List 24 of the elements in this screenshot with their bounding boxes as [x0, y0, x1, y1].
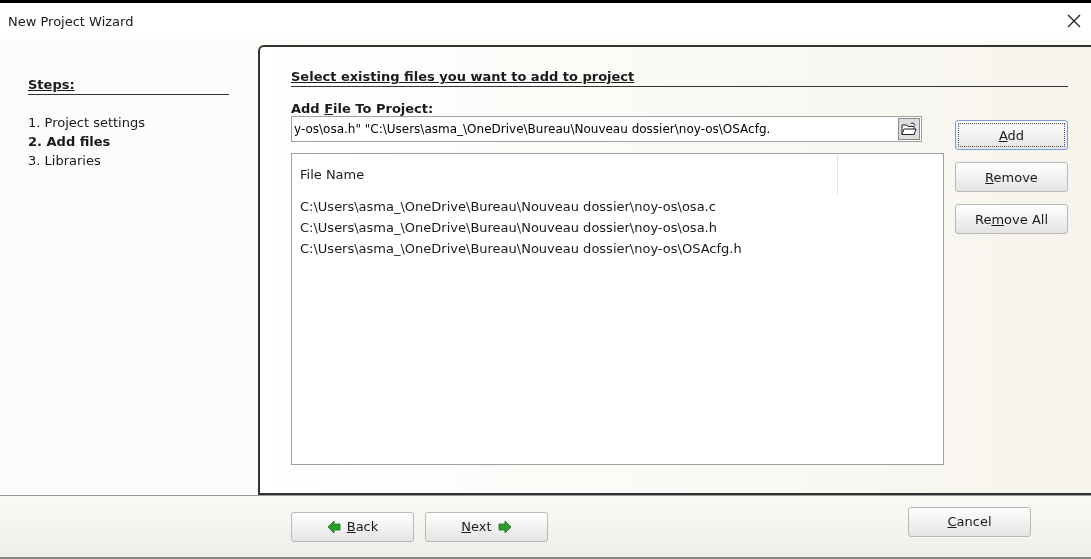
file-row[interactable]: C:\Users\asma_\OneDrive\Bureau\Nouveau dossier\noy-os\osa.h — [300, 217, 935, 238]
remove-all-button[interactable]: Remove All — [955, 204, 1068, 234]
step-item: 2. Add files — [28, 133, 112, 151]
next-button[interactable]: Next — [425, 511, 548, 542]
file-path-field[interactable]: y-os\osa.h" "C:\Users\asma_\OneDrive\Bureau\Nouveau dossier\noy-os\OSAcfg. — [291, 116, 922, 142]
remove-button[interactable]: Remove — [955, 162, 1068, 192]
steps-title: Steps: — [28, 77, 229, 95]
close-button[interactable] — [1065, 12, 1083, 30]
field-label: Add File To Project: — [291, 101, 435, 116]
file-row[interactable]: C:\Users\asma_\OneDrive\Bureau\Nouveau dossier\noy-os\osa.c — [300, 196, 935, 217]
folder-icon — [901, 122, 917, 136]
column-header[interactable]: File Name — [300, 154, 838, 194]
add-button[interactable]: Add — [955, 120, 1068, 150]
panel-heading: Select existing files you want to add to project — [291, 69, 1068, 87]
cancel-button[interactable]: Cancel — [908, 506, 1031, 537]
close-icon — [1067, 14, 1081, 28]
step-item: 3. Libraries — [28, 152, 102, 170]
step-item: 1. Project settings — [28, 114, 146, 132]
back-button[interactable]: Back — [291, 511, 414, 542]
file-row[interactable]: C:\Users\asma_\OneDrive\Bureau\Nouveau dossier\noy-os\OSAcfg.h — [300, 238, 935, 259]
left-arrow-icon — [326, 520, 341, 533]
right-arrow-icon — [497, 520, 512, 533]
browse-button[interactable] — [898, 118, 920, 140]
window-title: New Project Wizard — [8, 13, 134, 29]
